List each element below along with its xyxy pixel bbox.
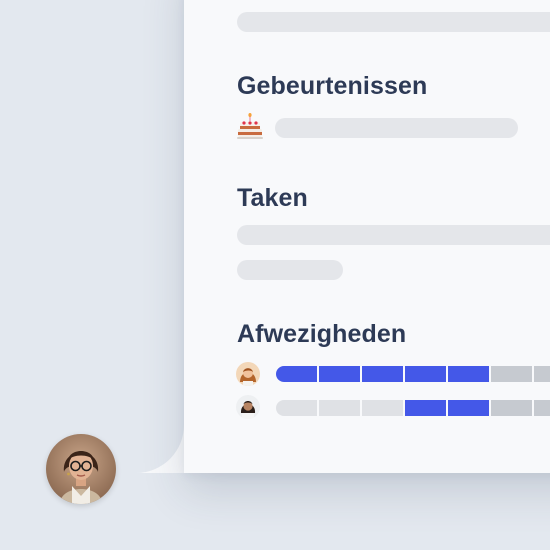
absence-day[interactable] [276, 400, 317, 416]
birthday-cake-icon [237, 113, 263, 139]
placeholder-line [237, 12, 550, 32]
woman-avatar-2[interactable] [236, 395, 260, 419]
absence-day[interactable] [276, 366, 317, 382]
avatar-image [236, 362, 260, 386]
avatar-image [236, 395, 260, 419]
events-heading: Gebeurtenissen [237, 72, 428, 100]
absences-heading: Afwezigheden [237, 320, 407, 348]
absence-day[interactable] [448, 366, 489, 382]
panel-corner [136, 425, 184, 473]
absence-track-1 [276, 366, 550, 382]
event-placeholder-line [275, 118, 518, 138]
task-placeholder-line [237, 260, 343, 280]
absence-day[interactable] [534, 400, 550, 416]
absence-day[interactable] [534, 366, 550, 382]
absence-day[interactable] [491, 400, 532, 416]
absence-day[interactable] [405, 400, 446, 416]
absence-day[interactable] [362, 366, 403, 382]
absence-day[interactable] [319, 366, 360, 382]
absence-day[interactable] [448, 400, 489, 416]
user-avatar-image [46, 434, 116, 504]
absence-day[interactable] [362, 400, 403, 416]
user-avatar[interactable] [46, 434, 116, 504]
absence-day[interactable] [491, 366, 532, 382]
stage: Gebeurtenissen Taken Afwezigheden [0, 0, 550, 550]
tasks-heading: Taken [237, 184, 308, 212]
absence-day[interactable] [319, 400, 360, 416]
absence-track-2 [276, 400, 550, 416]
task-placeholder-line [237, 225, 550, 245]
absence-day[interactable] [405, 366, 446, 382]
woman-avatar-1[interactable] [236, 362, 260, 386]
